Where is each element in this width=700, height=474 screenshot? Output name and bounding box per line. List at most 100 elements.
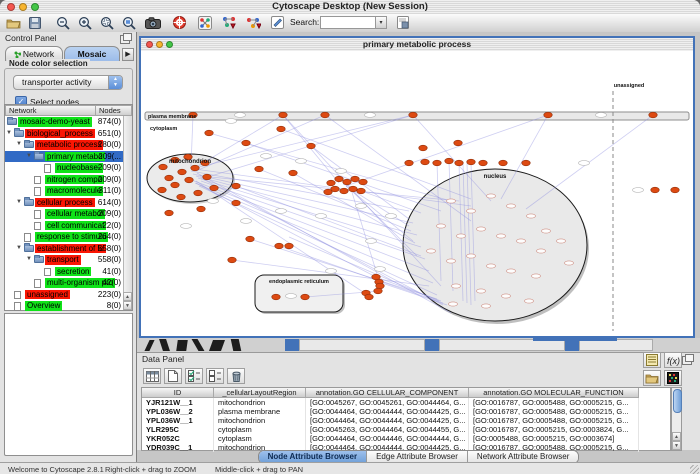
network-node[interactable] [275,243,283,249]
network-node[interactable] [272,294,280,300]
tree-row[interactable]: ▼metabolic process280(0) [5,139,123,151]
network-node[interactable] [445,158,453,164]
tree-row[interactable]: mosaic-demo-yeast874(0) [5,116,123,128]
tree-row[interactable]: multi-organism pro42(0) [5,277,123,289]
network-node-label[interactable] [226,119,237,124]
table-column-header[interactable]: _cellularLayoutRegion [214,388,306,398]
tree-scrollbar[interactable]: ▲ ▼ [123,116,132,310]
tree-row[interactable]: ▼establishment of lo558(0) [5,243,123,255]
select-all-attributes-icon[interactable] [185,368,203,384]
zoom-in-icon[interactable] [76,15,94,30]
nucleus-node[interactable] [437,224,446,228]
data-panel-float-icon[interactable] [682,356,692,365]
tree-row[interactable]: cell communicat22(0) [5,220,123,232]
select-attributes-icon[interactable] [143,368,161,384]
network-node-label[interactable] [375,267,386,272]
network-node[interactable] [203,174,211,180]
network-node[interactable] [255,166,263,172]
network-node[interactable] [185,177,193,183]
network-node-label[interactable] [181,224,192,229]
nucleus-node[interactable] [537,249,546,253]
nucleus-node[interactable] [447,259,456,263]
table-column-header[interactable]: ID [142,388,214,398]
nucleus-node[interactable] [527,214,536,218]
network-node[interactable] [279,112,287,118]
scroll-up-icon[interactable]: ▲ [123,292,132,301]
network-node[interactable] [232,200,240,206]
network-node[interactable] [307,143,315,149]
nucleus-node[interactable] [497,234,506,238]
table-scrollbar[interactable]: ▲ ▼ [671,387,682,451]
network-node-label[interactable] [633,188,644,193]
network-node[interactable] [365,294,373,300]
network-node[interactable] [522,160,530,166]
nucleus-node[interactable] [449,302,458,306]
scrollbar-thumb[interactable] [673,389,682,413]
help-icon[interactable] [170,15,188,30]
table-row[interactable]: YPL036W__2plasma membrane[GO:0044464, GO… [142,407,670,416]
table-row[interactable]: YJR121W__1mitochondrion[GO:0045267, GO:0… [142,398,670,407]
function-builder-icon[interactable]: f(x) [664,352,682,368]
tree-row[interactable]: cellular metabol209(0) [5,208,123,220]
tree-expand-icon[interactable]: ▼ [26,153,32,159]
delete-attribute-icon[interactable] [227,368,245,384]
tree-row[interactable]: unassigned223(0) [5,289,123,301]
network-node-label[interactable] [596,113,607,118]
network-node[interactable] [228,257,236,263]
nucleus-node[interactable] [507,204,516,208]
network-node-label[interactable] [356,204,367,209]
resize-grip[interactable] [690,465,699,474]
network-node[interactable] [171,182,179,188]
network-node-label[interactable] [241,219,252,224]
network-node[interactable] [351,176,359,182]
network-node[interactable] [349,186,357,192]
save-icon[interactable] [26,15,44,30]
nucleus-node[interactable] [542,229,551,233]
plugin-icon[interactable] [394,15,412,30]
network-node[interactable] [357,188,365,194]
network-view-titlebar[interactable]: primary metabolic process [141,38,693,52]
table-column-header[interactable]: annotation.GO CELLULAR_COMPONENT [306,388,469,398]
network-node-label[interactable] [326,269,337,274]
network-node[interactable] [340,188,348,194]
network-node[interactable] [178,169,186,175]
network-node[interactable] [159,164,167,170]
snapshot-icon[interactable] [144,15,162,30]
import-attributes-icon[interactable] [643,370,661,386]
network-node[interactable] [191,165,199,171]
nucleus-node[interactable] [477,227,486,231]
tree-expand-icon[interactable]: ▼ [6,130,12,136]
nucleus-node[interactable] [565,261,574,265]
tree-row[interactable]: macromolecule311(0) [5,185,123,197]
network-node-label[interactable] [365,113,376,118]
network-node[interactable] [335,176,343,182]
network-node[interactable] [433,160,441,166]
network-node[interactable] [242,140,250,146]
network-node[interactable] [544,112,552,118]
network-node[interactable] [197,206,205,212]
network-node[interactable] [324,189,332,195]
open-file-icon[interactable] [4,15,22,30]
table-row[interactable]: YPL036W__1mitochondrion[GO:0044464, GO:0… [142,416,670,425]
tree-expand-icon[interactable]: ▼ [26,256,32,262]
scroll-down-icon[interactable]: ▼ [123,301,132,310]
attribute-editor-icon[interactable] [643,352,661,368]
network-node[interactable] [321,112,329,118]
node-color-dropdown[interactable]: transporter activity ▲▼ [13,75,123,90]
tree-row[interactable]: ▼transport558(0) [5,254,123,266]
network-node[interactable] [467,159,475,165]
network-canvas[interactable]: plasma membrane cytoplasm mitochondrion … [141,51,693,336]
search-input[interactable] [320,16,375,29]
nucleus-node[interactable] [477,289,486,293]
tree-row[interactable]: secretion41(0) [5,266,123,278]
window-titlebar[interactable]: Cytoscape Desktop (New Session) [0,0,700,15]
tree-row[interactable]: Overview8(0) [5,300,123,312]
nucleus-node[interactable] [532,274,541,278]
tree-row[interactable]: ▼cellular process614(0) [5,197,123,209]
network-node[interactable] [409,112,417,118]
nucleus-node[interactable] [427,249,436,253]
network-node-label[interactable] [235,113,246,118]
network-node-label[interactable] [336,169,347,174]
network-node[interactable] [177,194,185,200]
network-node[interactable] [205,130,213,136]
